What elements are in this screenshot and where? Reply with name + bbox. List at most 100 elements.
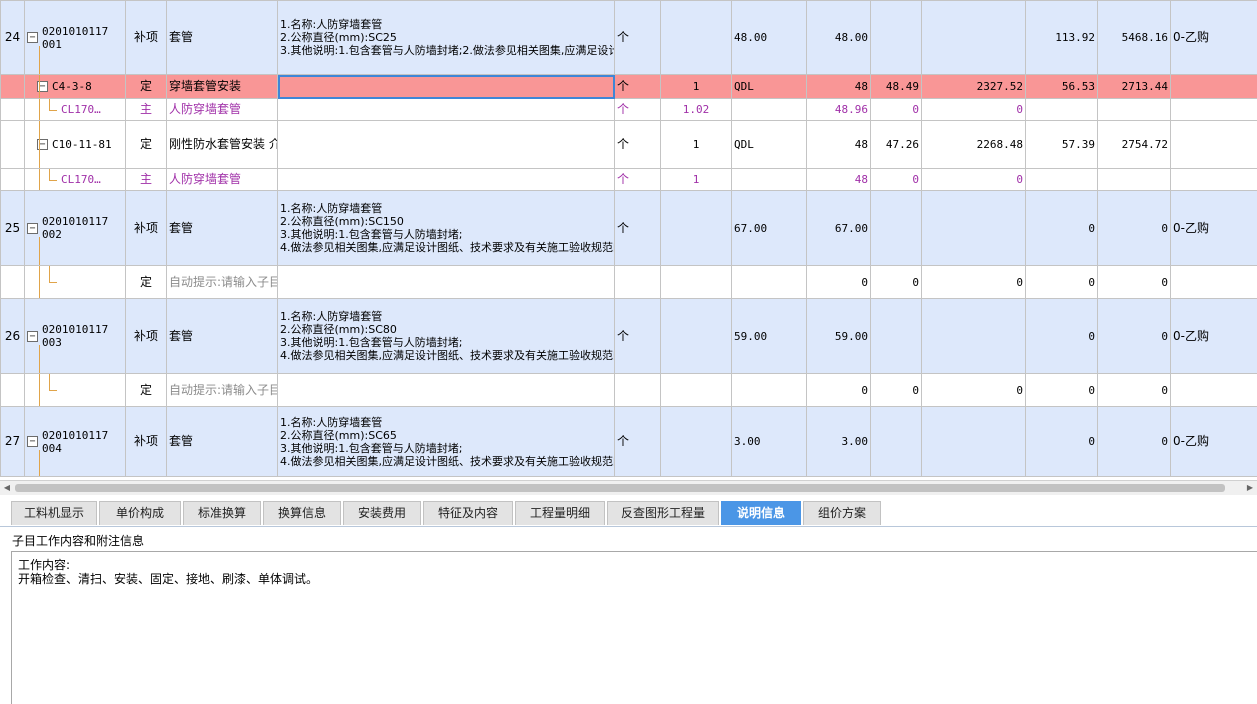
table-row[interactable]: 26−0201010117003补项套管1.名称:人防穿墙套管2.公称直径(mm… [1,299,1257,374]
table-row[interactable]: 定自动提示:请输入子目简称00000 [1,266,1257,299]
qty-expr-cell[interactable]: QDL [732,121,807,169]
code-cell[interactable]: −C4-3-8 [25,75,126,99]
qty-expr-cell[interactable] [732,266,807,299]
qty-expr-cell[interactable] [732,374,807,407]
scroll-thumb[interactable] [15,484,1225,492]
name-cell[interactable]: 刚性防水套管安装 介质管道公称直径(mm以内)50 [167,121,278,169]
qty-expr-cell[interactable]: QDL [732,75,807,99]
content-cell[interactable]: 1 [661,121,732,169]
unit-price-cell: 0 [871,266,922,299]
seq-cell: 24 [1,1,25,75]
qty-expr-cell[interactable] [732,99,807,121]
tab-quantity-detail[interactable]: 工程量明细 [515,501,605,525]
item-code: C4-3-8 [52,80,92,93]
feature-cell[interactable] [278,266,615,299]
feature-line: 3.其他说明:1.包含套管与人防墙封堵; [280,336,612,349]
tab-install-fee[interactable]: 安装费用 [343,501,421,525]
feature-cell[interactable]: 1.名称:人防穿墙套管2.公称直径(mm):SC653.其他说明:1.包含套管与… [278,407,615,477]
content-cell[interactable] [661,407,732,477]
code-cell[interactable]: −C10-11-81 [25,121,126,169]
name-cell[interactable]: 套管 [167,191,278,266]
description-textbox[interactable]: 工作内容: 开箱检查、清扫、安装、固定、接地、刷漆、单体调试。 [11,551,1257,704]
total-cell: 2268.48 [922,121,1026,169]
unit-cell: 个 [615,407,661,477]
code-cell[interactable]: −0201010117003 [25,299,126,374]
feature-cell[interactable] [278,121,615,169]
content-cell[interactable] [661,374,732,407]
item-code: CL170… [61,103,101,116]
name-cell[interactable]: 套管 [167,1,278,75]
code-cell[interactable]: −0201010117002 [25,191,126,266]
tab-description[interactable]: 说明信息 [721,501,801,525]
content-cell[interactable] [661,1,732,75]
qty-expr-cell[interactable] [732,169,807,191]
feature-cell[interactable] [278,169,615,191]
supply-cell [1171,99,1257,121]
code-cell[interactable]: −0201010117001 [25,1,126,75]
tab-standard-conversion[interactable]: 标准换算 [183,501,261,525]
table-row[interactable]: 24−0201010117001补项套管1.名称:人防穿墙套管2.公称直径(mm… [1,1,1257,75]
tab-conversion-info[interactable]: 换算信息 [263,501,341,525]
content-cell[interactable] [661,191,732,266]
qty-expr-cell[interactable]: 67.00 [732,191,807,266]
name-cell[interactable]: 穿墙套管安装 [167,75,278,99]
tab-features[interactable]: 特征及内容 [423,501,513,525]
table-row[interactable]: −C4-3-8定穿墙套管安装个1QDL4848.492327.5256.5327… [1,75,1257,99]
total-cell: 0 [922,99,1026,121]
feature-cell[interactable]: 1.名称:人防穿墙套管2.公称直径(mm):SC1503.其他说明:1.包含套管… [278,191,615,266]
scroll-right-icon[interactable]: ▶ [1243,481,1257,495]
name-cell[interactable]: 套管 [167,407,278,477]
content-cell[interactable]: 1 [661,75,732,99]
seq-cell [1,374,25,407]
comp-total-cell: 0 [1098,266,1171,299]
code-cell[interactable]: CL170… [25,169,126,191]
name-cell[interactable]: 套管 [167,299,278,374]
tab-unit-price[interactable]: 单价构成 [99,501,181,525]
qty-expr-cell[interactable]: 48.00 [732,1,807,75]
supply-cell [1171,75,1257,99]
content-cell[interactable] [661,266,732,299]
feature-cell[interactable] [278,99,615,121]
collapse-toggle-icon[interactable]: − [27,32,38,43]
unit-cell: 个 [615,299,661,374]
name-cell[interactable]: 自动提示:请输入子目简称 [167,266,278,299]
table-row[interactable]: CL170…主人防穿墙套管个14800 [1,169,1257,191]
feature-cell[interactable] [278,75,615,99]
code-cell[interactable]: CL170… [25,99,126,121]
feature-cell[interactable]: 1.名称:人防穿墙套管2.公称直径(mm):SC253.其他说明:1.包含套管与… [278,1,615,75]
quota-grid[interactable]: 24−0201010117001补项套管1.名称:人防穿墙套管2.公称直径(mm… [0,0,1257,478]
feature-cell[interactable] [278,374,615,407]
table-row[interactable]: 27−0201010117004补项套管1.名称:人防穿墙套管2.公称直径(mm… [1,407,1257,477]
comp-total-cell [1098,99,1171,121]
name-cell[interactable]: 人防穿墙套管 [167,99,278,121]
comp-total-cell: 0 [1098,374,1171,407]
content-cell[interactable] [661,299,732,374]
table-row[interactable]: 定自动提示:请输入子目简称00000 [1,374,1257,407]
seq-cell [1,99,25,121]
qty-expr-cell[interactable]: 3.00 [732,407,807,477]
table-row[interactable]: CL170…主人防穿墙套管个1.0248.9600 [1,99,1257,121]
table-row[interactable]: −C10-11-81定刚性防水套管安装 介质管道公称直径(mm以内)50个1QD… [1,121,1257,169]
comp-price-cell: 0 [1026,266,1098,299]
collapse-toggle-icon[interactable]: − [27,223,38,234]
tab-graphic-quantity[interactable]: 反查图形工程量 [607,501,719,525]
name-cell[interactable]: 人防穿墙套管 [167,169,278,191]
feature-line: 1.名称:人防穿墙套管 [280,202,612,215]
name-cell[interactable]: 自动提示:请输入子目简称 [167,374,278,407]
code-cell[interactable] [25,374,126,407]
collapse-toggle-icon[interactable]: − [27,436,38,447]
code-cell[interactable]: −0201010117004 [25,407,126,477]
tab-pricing-plan[interactable]: 组价方案 [803,501,881,525]
comp-total-cell: 0 [1098,191,1171,266]
scroll-left-icon[interactable]: ◀ [0,481,14,495]
code-cell[interactable] [25,266,126,299]
qty-expr-cell[interactable]: 59.00 [732,299,807,374]
feature-cell[interactable]: 1.名称:人防穿墙套管2.公称直径(mm):SC803.其他说明:1.包含套管与… [278,299,615,374]
table-row[interactable]: 25−0201010117002补项套管1.名称:人防穿墙套管2.公称直径(mm… [1,191,1257,266]
collapse-toggle-icon[interactable]: − [27,331,38,342]
tab-material-display[interactable]: 工料机显示 [11,501,97,525]
horizontal-scrollbar[interactable]: ◀ ▶ [0,480,1257,495]
content-cell[interactable]: 1 [661,169,732,191]
unit-price-cell [871,191,922,266]
content-cell[interactable]: 1.02 [661,99,732,121]
